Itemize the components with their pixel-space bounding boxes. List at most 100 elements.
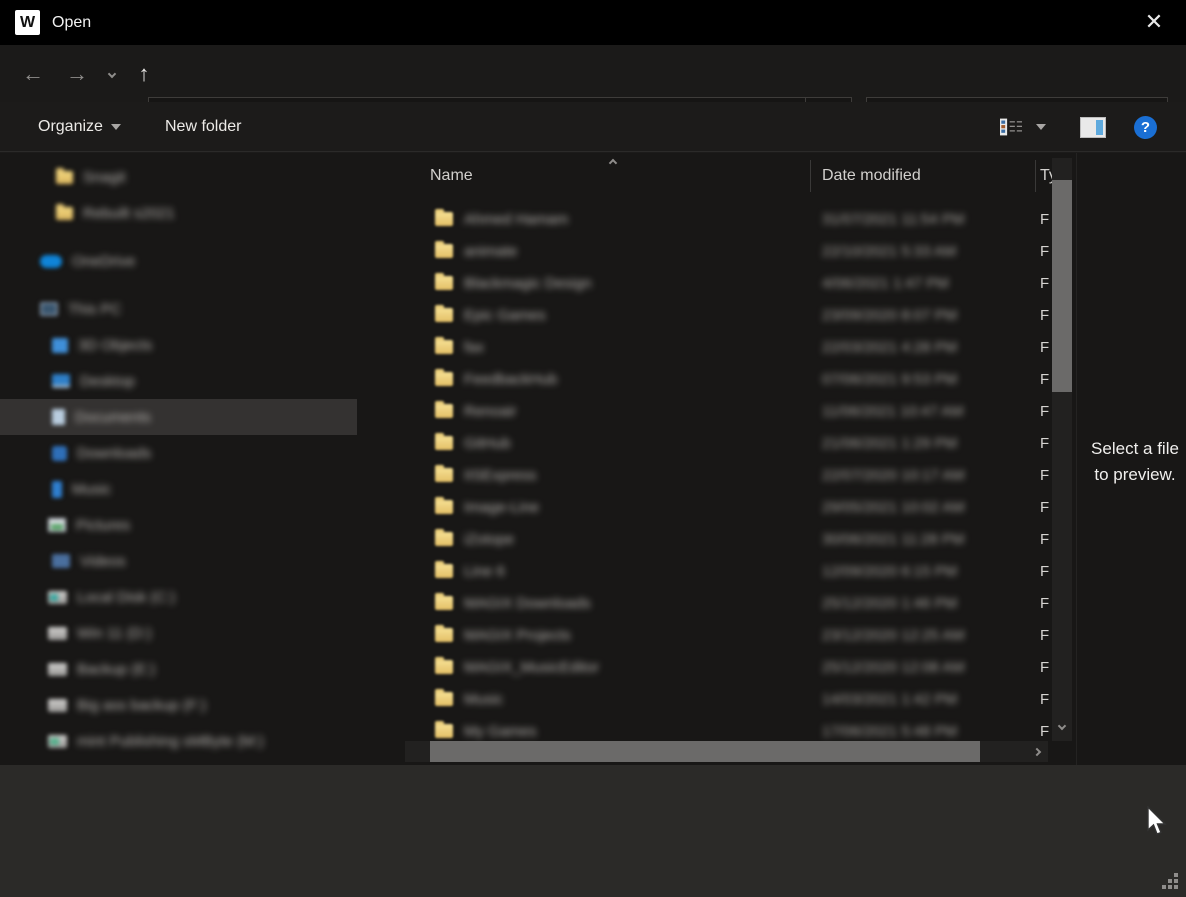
list-scroll-right-icon[interactable] bbox=[1026, 741, 1048, 762]
sidebar-item-backup-e-[interactable]: Backup (E:) bbox=[0, 651, 357, 687]
file-row[interactable]: FeedbackHub07/06/2021 9:53 PMF bbox=[405, 363, 1045, 395]
file-date-modified: 23/09/2020 8:07 PM bbox=[822, 307, 957, 324]
folder-icon bbox=[435, 244, 453, 258]
pc-icon bbox=[40, 302, 58, 316]
column-headers: Name Date modified Ty bbox=[405, 158, 1076, 194]
sidebar-item-mint-publishing-smbyte-m-[interactable]: mint Publishing sMByte (M:) bbox=[0, 723, 357, 759]
column-divider[interactable] bbox=[810, 160, 811, 192]
views-button[interactable] bbox=[1000, 102, 1046, 152]
file-row[interactable]: Image-Line29/05/2021 10:02 AMF bbox=[405, 491, 1045, 523]
folder-icon bbox=[435, 500, 453, 514]
file-row[interactable]: IISExpress22/07/2020 10:17 AMF bbox=[405, 459, 1045, 491]
sidebar-item-rebuilt-s2021[interactable]: Rebuilt s2021 bbox=[0, 195, 357, 231]
organize-button[interactable]: Organize bbox=[38, 102, 121, 152]
file-row[interactable]: MAGIX Projects23/12/2020 12:25 AMF bbox=[405, 619, 1045, 651]
sidebar-item-videos[interactable]: Videos bbox=[0, 543, 357, 579]
forward-button[interactable]: → bbox=[62, 45, 92, 102]
file-date-modified: 22/07/2020 10:17 AM bbox=[822, 467, 965, 484]
down-icon bbox=[52, 446, 67, 461]
file-row[interactable]: Music14/03/2021 1:42 PMF bbox=[405, 683, 1045, 715]
column-header-date-modified[interactable]: Date modified bbox=[822, 167, 921, 185]
file-name: fax bbox=[464, 339, 484, 356]
sidebar-item-local-disk-c-[interactable]: Local Disk (C:) bbox=[0, 579, 357, 615]
videos-icon bbox=[52, 554, 70, 568]
sidebar-item-desktop[interactable]: Desktop bbox=[0, 363, 357, 399]
disk-icon bbox=[48, 663, 67, 676]
navigation-pane: Snagit Rebuilt s2021 OneDrive This PC 3D Obj… bbox=[0, 153, 375, 765]
preview-pane-button[interactable] bbox=[1080, 102, 1106, 152]
folder-icon bbox=[435, 628, 453, 642]
file-row[interactable]: animate22/10/2021 5:33 AMF bbox=[405, 235, 1045, 267]
column-divider[interactable] bbox=[1035, 160, 1036, 192]
sidebar-item-label: mint Publishing sMByte (M:) bbox=[77, 733, 264, 750]
file-row[interactable]: MAGIX_MusicEditor25/12/2020 12:08 AMF bbox=[405, 651, 1045, 683]
file-name: Epic Games bbox=[464, 307, 546, 324]
file-name: Renoair bbox=[464, 403, 517, 420]
column-header-name[interactable]: Name bbox=[430, 167, 473, 185]
file-type: F bbox=[1040, 691, 1049, 708]
sidebar-item-3d-objects[interactable]: 3D Objects bbox=[0, 327, 357, 363]
sidebar-item-onedrive[interactable]: OneDrive bbox=[0, 243, 357, 279]
file-row[interactable]: iZotope30/06/2021 11:28 PMF bbox=[405, 523, 1045, 555]
file-name: Blackmagic Design bbox=[464, 275, 592, 292]
file-row[interactable]: MAGIX Downloads25/12/2020 1:46 PMF bbox=[405, 587, 1045, 619]
file-date-modified: 07/06/2021 9:53 PM bbox=[822, 371, 957, 388]
file-row[interactable]: GitHub21/06/2021 1:29 PMF bbox=[405, 427, 1045, 459]
new-folder-button[interactable]: New folder bbox=[165, 102, 241, 152]
file-row[interactable]: Renoair11/06/2021 10:47 AMF bbox=[405, 395, 1045, 427]
list-horizontal-scrollbar-thumb[interactable] bbox=[430, 741, 980, 762]
file-date-modified: 29/05/2021 10:02 AM bbox=[822, 499, 965, 516]
sidebar-item-win-11-d-[interactable]: Win 11 (D:) bbox=[0, 615, 357, 651]
sidebar-item-snagit[interactable]: Snagit bbox=[0, 159, 357, 195]
sidebar-item-this-pc[interactable]: This PC bbox=[0, 291, 357, 327]
sidebar-item-pictures[interactable]: Pictures bbox=[0, 507, 357, 543]
resize-grip-icon[interactable] bbox=[1162, 873, 1180, 891]
sidebar-item-big-ass-backup-f-[interactable]: Big ass backup (F:) bbox=[0, 687, 357, 723]
sidebar-item-label: Documents bbox=[75, 409, 151, 426]
back-button[interactable]: ← bbox=[18, 45, 48, 102]
disk-c-icon bbox=[48, 591, 67, 604]
details-view-icon bbox=[1000, 115, 1022, 139]
up-button[interactable]: ↑ bbox=[130, 45, 158, 102]
list-scroll-down-icon[interactable] bbox=[1052, 718, 1072, 734]
desktop-icon bbox=[52, 374, 70, 388]
sidebar-item-downloads[interactable]: Downloads bbox=[0, 435, 357, 471]
file-row[interactable]: Epic Games23/09/2020 8:07 PMF bbox=[405, 299, 1045, 331]
help-button[interactable]: ? bbox=[1134, 102, 1157, 152]
sidebar-item-label: This PC bbox=[68, 301, 121, 318]
file-name: MAGIX_MusicEditor bbox=[464, 659, 599, 676]
file-row[interactable]: Ahmed Hamam31/07/2021 11:54 PMF bbox=[405, 203, 1045, 235]
sidebar-item-label: Downloads bbox=[77, 445, 151, 462]
music-icon bbox=[52, 481, 62, 498]
title-bar: W Open ✕ bbox=[0, 0, 1186, 45]
sidebar-item-label: Pictures bbox=[76, 517, 130, 534]
file-row[interactable]: Line 612/09/2020 6:15 PMF bbox=[405, 555, 1045, 587]
folder-icon bbox=[435, 372, 453, 386]
file-type: F bbox=[1040, 435, 1049, 452]
sidebar-item-label: Big ass backup (F:) bbox=[77, 697, 206, 714]
file-row[interactable]: fax22/03/2021 4:28 PMF bbox=[405, 331, 1045, 363]
sidebar-item-label: Win 11 (D:) bbox=[77, 625, 152, 642]
file-name: Line 6 bbox=[464, 563, 505, 580]
preview-message: Select a file to preview. bbox=[1085, 436, 1185, 488]
close-button[interactable]: ✕ bbox=[1136, 6, 1172, 38]
sidebar-item-label: Local Disk (C:) bbox=[77, 589, 175, 606]
sidebar-item-music[interactable]: Music bbox=[0, 471, 357, 507]
sidebar-item-documents[interactable]: Documents bbox=[0, 399, 357, 435]
file-name: animate bbox=[464, 243, 517, 260]
file-name: GitHub bbox=[464, 435, 511, 452]
file-name: MAGIX Projects bbox=[464, 627, 571, 644]
list-vertical-scrollbar-thumb[interactable] bbox=[1052, 180, 1072, 392]
recent-locations-chevron-icon[interactable] bbox=[100, 45, 124, 102]
box-icon bbox=[52, 338, 68, 353]
preview-pane-icon bbox=[1080, 117, 1106, 138]
disk-green-icon bbox=[48, 735, 67, 748]
folder-icon bbox=[435, 596, 453, 610]
file-row[interactable]: Blackmagic Design4/06/2021 1:47 PMF bbox=[405, 267, 1045, 299]
file-name: MAGIX Downloads bbox=[464, 595, 591, 612]
sidebar-item-label: OneDrive bbox=[72, 253, 135, 270]
file-name: Image-Line bbox=[464, 499, 539, 516]
file-list: Name Date modified Ty Ahmed Hamam31/07/2… bbox=[405, 153, 1076, 765]
dialog-footer: File name: Images (*.png;*.jpg) Images (… bbox=[0, 765, 1186, 897]
sidebar-item-label: Rebuilt s2021 bbox=[83, 205, 175, 222]
